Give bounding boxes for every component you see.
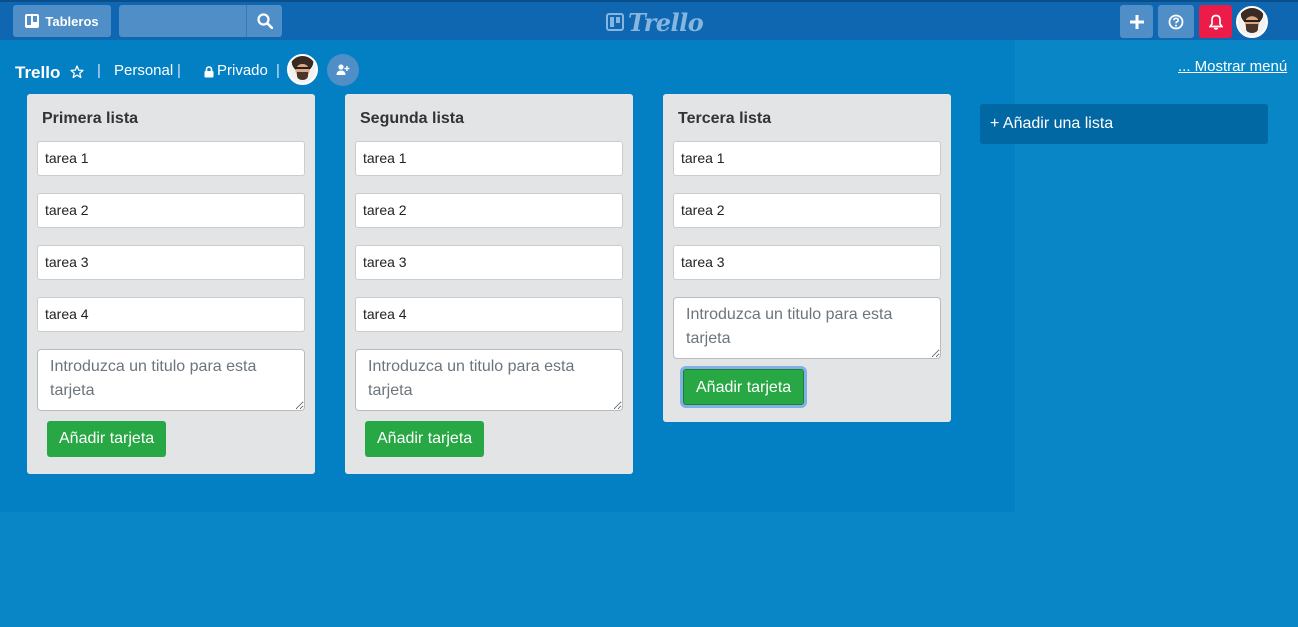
list-card[interactable]: tarea 2	[37, 193, 305, 228]
trello-logo-icon	[606, 13, 624, 31]
list-column: Segunda lista tarea 1 tarea 2 tarea 3 ta…	[345, 94, 633, 474]
boards-button[interactable]: Tableros	[13, 5, 111, 37]
add-list-button[interactable]: + Añadir una lista	[980, 104, 1268, 144]
new-card-input[interactable]	[355, 349, 623, 411]
list-card[interactable]: tarea 1	[673, 141, 941, 176]
board-team-button[interactable]: Personal	[114, 62, 173, 79]
list-card[interactable]: tarea 3	[355, 245, 623, 280]
trello-logo[interactable]: Trello	[606, 7, 704, 37]
top-navbar: Tableros Trello	[0, 0, 1298, 40]
list-title[interactable]: Segunda lista	[355, 94, 623, 141]
list-card[interactable]: tarea 3	[673, 245, 941, 280]
list-column: Primera lista tarea 1 tarea 2 tarea 3 ta…	[27, 94, 315, 474]
boards-icon	[25, 14, 40, 28]
create-button[interactable]	[1120, 5, 1153, 38]
board-title[interactable]: Trello	[15, 63, 60, 83]
board-header: Trello | Personal | Privado | ... Mostra…	[0, 54, 1298, 86]
add-card-button[interactable]: Añadir tarjeta	[47, 421, 167, 457]
add-card-button[interactable]: Añadir tarjeta	[365, 421, 485, 457]
help-button[interactable]	[1158, 5, 1194, 38]
new-card-input[interactable]	[37, 349, 305, 411]
plus-icon	[1129, 14, 1144, 29]
board-privacy-button[interactable]: Privado	[217, 62, 268, 79]
board-member-avatar[interactable]	[287, 54, 318, 85]
trello-logo-text: Trello	[628, 7, 704, 37]
bell-icon	[1208, 14, 1223, 30]
invite-member-button[interactable]	[327, 54, 359, 86]
search-icon	[257, 13, 273, 29]
star-icon[interactable]	[70, 65, 84, 79]
boards-button-label: Tableros	[45, 13, 99, 29]
list-card[interactable]: tarea 3	[37, 245, 305, 280]
header-separator: |	[97, 62, 101, 79]
header-separator: |	[276, 62, 280, 79]
show-menu-link[interactable]: ... Mostrar menú	[1178, 58, 1287, 75]
list-column: Tercera lista tarea 1 tarea 2 tarea 3 Añ…	[663, 94, 951, 422]
search-button[interactable]	[246, 5, 282, 37]
list-card[interactable]: tarea 1	[355, 141, 623, 176]
user-avatar[interactable]	[1236, 6, 1268, 38]
help-icon	[1168, 14, 1184, 29]
list-title[interactable]: Primera lista	[37, 94, 305, 141]
list-card[interactable]: tarea 4	[355, 297, 623, 332]
list-title[interactable]: Tercera lista	[673, 94, 941, 141]
add-card-button[interactable]: Añadir tarjeta	[683, 369, 805, 405]
list-card[interactable]: tarea 2	[673, 193, 941, 228]
add-member-icon	[336, 64, 350, 75]
list-card[interactable]: tarea 4	[37, 297, 305, 332]
list-card[interactable]: tarea 2	[355, 193, 623, 228]
lock-icon	[204, 66, 214, 78]
header-separator: |	[177, 62, 181, 79]
search-input[interactable]	[119, 5, 246, 37]
notifications-button[interactable]	[1199, 5, 1232, 38]
new-card-input[interactable]	[673, 297, 941, 359]
list-card[interactable]: tarea 1	[37, 141, 305, 176]
